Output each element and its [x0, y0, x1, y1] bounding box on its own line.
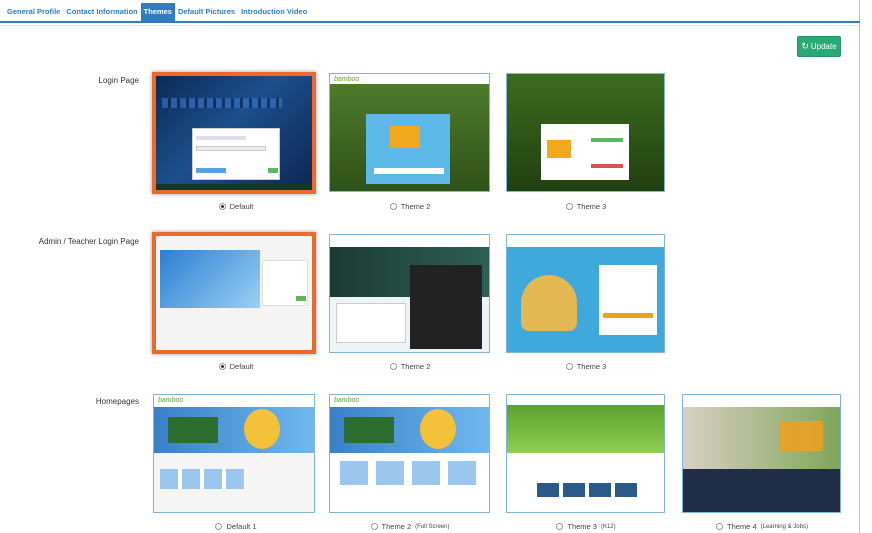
tab-introduction-video[interactable]: Introduction Video	[238, 3, 310, 21]
tab-themes[interactable]: Themes	[140, 3, 175, 21]
admin-theme3-thumbnail[interactable]	[506, 234, 665, 353]
option-label: Theme 4	[727, 522, 757, 531]
bamboo-logo: bamboo	[158, 397, 184, 404]
option-label: Theme 3	[576, 202, 607, 211]
option-label: Theme 2	[400, 362, 431, 371]
radio-icon[interactable]	[389, 363, 397, 370]
login-default-thumbnail[interactable]	[152, 72, 316, 194]
radio-icon[interactable]	[370, 523, 378, 530]
home-theme2-option[interactable]: Theme 2 (Full Screen)	[330, 522, 490, 531]
home-theme4-option[interactable]: Theme 4 (Learning & Jobs)	[682, 522, 842, 531]
tab-default-pictures[interactable]: Default Pictures	[175, 3, 238, 21]
radio-icon[interactable]	[565, 363, 573, 370]
home-theme3-option[interactable]: Theme 3 (K12)	[506, 522, 666, 531]
admin-theme2-thumbnail[interactable]	[329, 234, 490, 353]
tab-contact-information[interactable]: Contact Information	[63, 3, 140, 21]
admin-default-option[interactable]: Default	[156, 362, 316, 371]
option-label: Theme 2	[381, 522, 412, 531]
refresh-icon: ↻	[801, 41, 809, 51]
admin-login-page-label: Admin / Teacher Login Page	[38, 237, 139, 246]
radio-icon[interactable]	[218, 363, 226, 370]
homepages-label: Homepages	[95, 397, 139, 406]
login-page-label: Login Page	[98, 76, 139, 85]
home-theme2-thumbnail[interactable]: bamboo	[329, 394, 490, 513]
radio-icon[interactable]	[218, 203, 226, 210]
option-label: Theme 3	[567, 522, 597, 531]
admin-default-thumbnail[interactable]	[152, 232, 316, 354]
radio-icon[interactable]	[565, 203, 573, 210]
themes-window: General Profile Contact Information Them…	[0, 0, 860, 533]
login-theme3-option[interactable]: Theme 3	[506, 202, 666, 211]
update-button-label: Update	[810, 42, 837, 51]
radio-icon[interactable]	[556, 523, 564, 530]
option-label: Default	[229, 202, 254, 211]
option-note: (Learning & Jobs)	[760, 523, 808, 530]
home-default1-thumbnail[interactable]: bamboo	[153, 394, 315, 513]
admin-theme2-option[interactable]: Theme 2	[330, 362, 490, 371]
option-note: (Full Screen)	[415, 523, 450, 530]
login-theme3-thumbnail[interactable]	[506, 73, 665, 192]
login-default-option[interactable]: Default	[156, 202, 316, 211]
home-default1-option[interactable]: Default 1	[156, 522, 316, 531]
radio-icon[interactable]	[215, 523, 223, 530]
home-theme4-thumbnail[interactable]	[682, 394, 841, 513]
radio-icon[interactable]	[389, 203, 397, 210]
bamboo-logo: bamboo	[334, 76, 360, 83]
admin-theme3-option[interactable]: Theme 3	[506, 362, 666, 371]
update-button[interactable]: ↻ Update	[797, 36, 841, 57]
option-label: Default	[229, 362, 254, 371]
radio-icon[interactable]	[716, 523, 724, 530]
login-theme2-thumbnail[interactable]: bamboo	[329, 73, 490, 192]
option-label: Theme 2	[400, 202, 431, 211]
option-label: Theme 3	[576, 362, 607, 371]
tab-bar: General Profile Contact Information Them…	[0, 3, 860, 23]
bamboo-logo: bamboo	[334, 397, 360, 404]
home-theme3-thumbnail[interactable]	[506, 394, 665, 513]
tab-general-profile[interactable]: General Profile	[4, 3, 63, 21]
option-note: (K12)	[600, 523, 616, 530]
option-label: Default 1	[226, 522, 257, 531]
login-theme2-option[interactable]: Theme 2	[330, 202, 490, 211]
